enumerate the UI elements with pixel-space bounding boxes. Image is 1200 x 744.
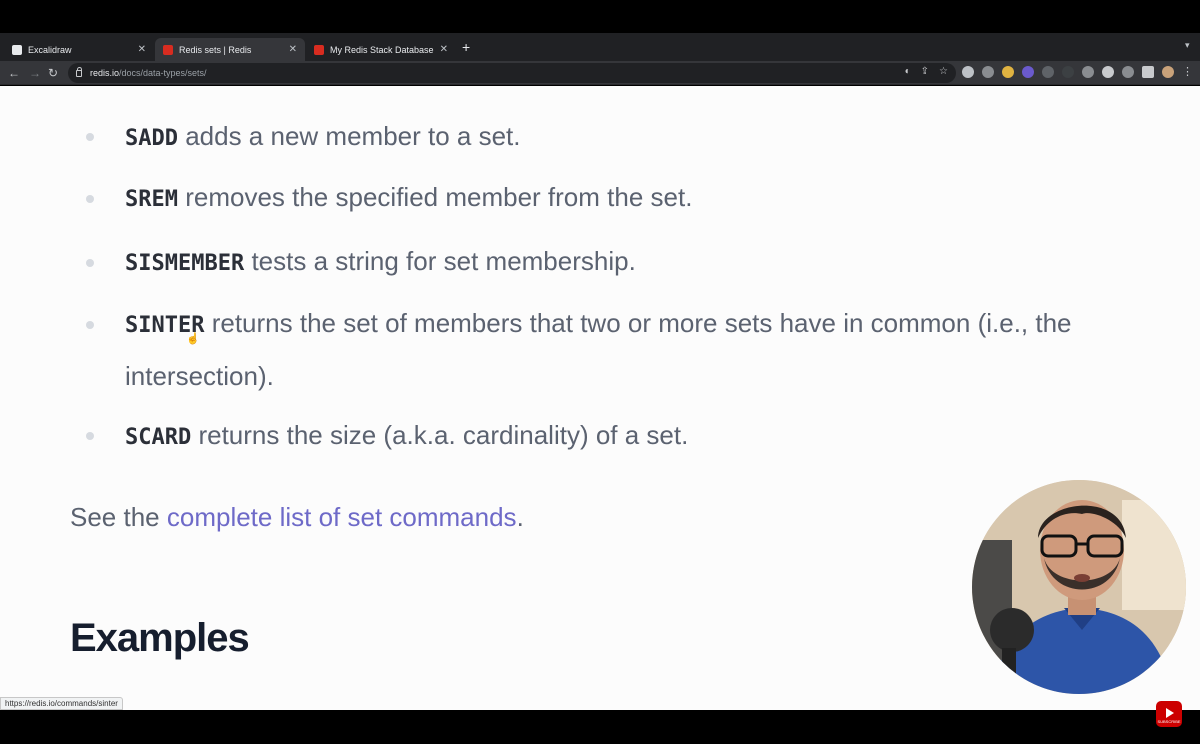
lock-icon (76, 66, 82, 77)
url-host: redis.io (90, 68, 120, 78)
extension-pen-icon[interactable] (1002, 66, 1014, 78)
tab-redis-sets[interactable]: Redis sets | Redis ✕ (155, 38, 305, 61)
status-bar-url: https://redis.io/commands/sinter (0, 697, 123, 710)
set-commands-link[interactable]: complete list of set commands (167, 502, 517, 532)
extension-badge-icon[interactable] (1022, 66, 1034, 78)
bookmark-star-icon[interactable]: ☆ (939, 66, 948, 77)
redis-favicon-icon (314, 44, 324, 55)
extension-blank-icon[interactable] (1062, 66, 1074, 78)
webcam-overlay (972, 480, 1186, 694)
item-description: removes the specified member from the se… (177, 182, 693, 212)
extension-circle-icon[interactable] (982, 66, 994, 78)
item-description: tests a string for set membership. (244, 246, 636, 276)
kebab-menu-icon[interactable]: ⋮ (1182, 66, 1193, 78)
see-prefix: See the (70, 502, 167, 532)
bullet-dot (86, 432, 94, 440)
list-item: SISMEMBER tests a string for set members… (125, 236, 1185, 289)
command-link-sadd[interactable]: SADD (125, 126, 178, 151)
extension-fx-icon[interactable] (1042, 66, 1054, 78)
google-lens-icon[interactable]: ◐ (905, 66, 911, 77)
chevron-down-icon[interactable]: ▾ (1185, 40, 1190, 51)
subscribe-label[interactable]: SUBSCRIBE (1156, 719, 1182, 724)
new-tab-button[interactable]: + (462, 39, 470, 55)
tab-title: My Redis Stack Database - Bro (330, 44, 434, 55)
reload-icon[interactable]: ↻ (48, 65, 58, 81)
presenter-image (972, 480, 1186, 694)
close-icon[interactable]: ✕ (289, 44, 297, 55)
extension-sync-icon[interactable] (1122, 66, 1134, 78)
list-item: SADD adds a new member to a set. (125, 111, 1185, 164)
url-text: redis.io/docs/data-types/sets/ (90, 68, 207, 78)
item-description: returns the set of members that two or m… (125, 308, 1072, 391)
command-link-srem[interactable]: SREM (125, 187, 178, 212)
extension-globe-icon[interactable] (1082, 66, 1094, 78)
excalidraw-favicon-icon (12, 44, 22, 55)
address-bar[interactable]: redis.io/docs/data-types/sets/ ◐ ⇪ ☆ (68, 63, 956, 83)
video-letterbox-top (0, 0, 1200, 33)
browser-tabstrip: Excalidraw ✕ Redis sets | Redis ✕ My Red… (0, 33, 1200, 61)
list-item: SCARD returns the size (a.k.a. cardinali… (125, 410, 1185, 463)
hand-cursor-icon: ☝ (186, 333, 200, 345)
back-icon[interactable]: ← (8, 65, 20, 81)
bullet-dot (86, 321, 94, 329)
url-path: /docs/data-types/sets/ (119, 68, 207, 78)
see-suffix: . (516, 502, 524, 532)
extension-react-icon[interactable] (962, 66, 974, 78)
tab-title: Redis sets | Redis (179, 44, 252, 55)
omnibox-actions: ◐ ⇪ ☆ (905, 66, 948, 77)
list-item: SREM removes the specified member from t… (125, 172, 1185, 225)
redis-favicon-icon (163, 44, 173, 55)
list-item: SINTER returns the set of members that t… (125, 298, 1185, 401)
command-link-sismember[interactable]: SISMEMBER (125, 251, 244, 276)
puzzle-icon[interactable] (1102, 66, 1114, 78)
bullet-dot (86, 259, 94, 267)
tab-title: Excalidraw (28, 44, 72, 55)
forward-icon[interactable]: → (29, 65, 41, 81)
bullet-dot (86, 195, 94, 203)
share-icon[interactable]: ⇪ (921, 66, 929, 77)
tab-redis-stack[interactable]: My Redis Stack Database - Bro ✕ (306, 38, 456, 61)
close-icon[interactable]: ✕ (440, 44, 448, 55)
close-icon[interactable]: ✕ (138, 44, 146, 55)
section-heading: Examples (70, 616, 250, 660)
avatar[interactable] (1162, 66, 1174, 78)
command-link-scard[interactable]: SCARD (125, 425, 191, 450)
browser-toolbar: ← → ↻ redis.io/docs/data-types/sets/ ◐ ⇪… (0, 61, 1200, 85)
side-panel-icon[interactable] (1142, 66, 1154, 78)
item-description: adds a new member to a set. (177, 121, 521, 151)
see-commands-paragraph: See the complete list of set commands. (70, 492, 524, 542)
item-description: returns the size (a.k.a. cardinality) of… (191, 420, 689, 450)
video-letterbox-bottom (0, 710, 1200, 744)
extensions-area: ⋮ (962, 66, 1193, 78)
tab-excalidraw[interactable]: Excalidraw ✕ (4, 38, 154, 61)
bullet-dot (86, 133, 94, 141)
